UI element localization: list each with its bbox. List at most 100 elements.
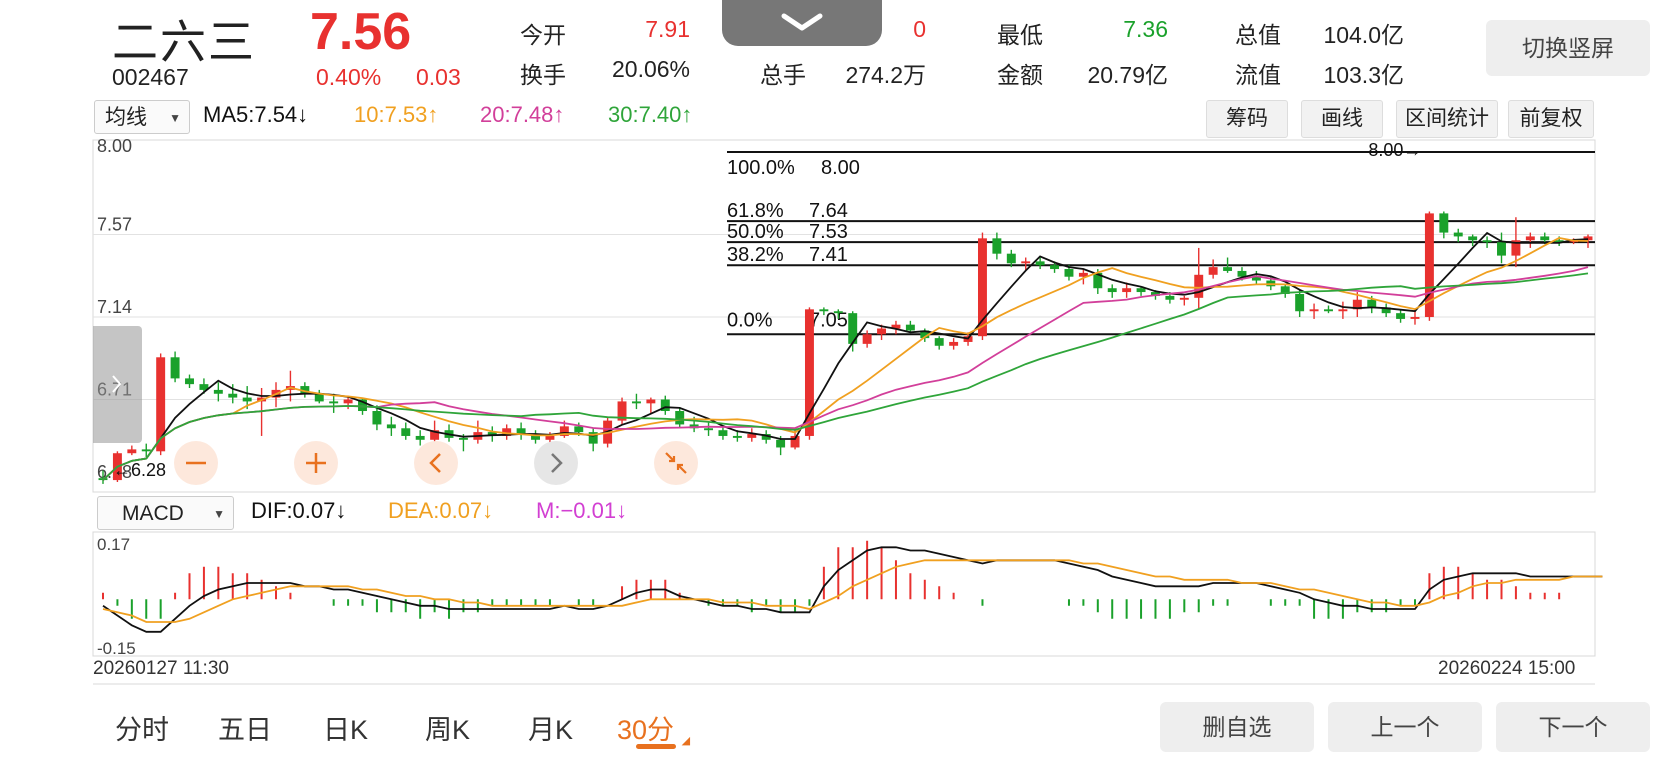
candle-body [1453, 232, 1463, 237]
high-marker-label: 8.00→ [1368, 140, 1421, 160]
fib-percent-label: 38.2% [727, 244, 784, 266]
candle-body [934, 338, 944, 346]
candle-body [877, 328, 887, 335]
candle-body [819, 309, 829, 312]
candle-body [228, 393, 238, 398]
candle-body [1064, 269, 1074, 277]
end-date-label: 20260224 15:00 [1438, 658, 1576, 679]
chevron-right-icon [551, 453, 563, 473]
candle-body [1208, 267, 1218, 275]
tab-monthly-k[interactable]: 月K [528, 708, 573, 747]
candle-body [1179, 297, 1189, 300]
candle-body [1136, 288, 1146, 293]
candle-body [833, 311, 843, 314]
candle-body [1006, 253, 1016, 264]
candle-body [804, 309, 814, 436]
tab-five-day[interactable]: 五日 [218, 708, 272, 747]
fib-percent-label: 50.0% [727, 221, 784, 243]
price-tick-label: 7.57 [97, 215, 132, 235]
candle-body [992, 238, 1002, 254]
macd-tick-label: 0.17 [97, 535, 130, 554]
candle-body [329, 401, 339, 404]
price-tick-label: 8.00 [97, 136, 132, 156]
low-marker-label: ←6.28 [113, 460, 166, 480]
side-drawer-handle[interactable] [93, 326, 142, 443]
candle-body [1165, 295, 1175, 300]
scroll-left-button[interactable] [414, 441, 458, 485]
candle-body [1194, 274, 1204, 298]
active-tab-indicator [636, 744, 676, 749]
candle-body [127, 449, 137, 454]
candle-body [718, 430, 728, 436]
caret-down-icon: ▼ [213, 507, 225, 521]
fib-price-label: 7.53 [809, 221, 848, 243]
candle-body [862, 334, 872, 344]
candle-body [1482, 240, 1492, 243]
candle-body [1122, 288, 1132, 293]
indicator-select-macd[interactable]: MACD ▼ [97, 496, 234, 530]
kline-chart[interactable]: 8.007.577.146.716.28 100.0%8.0061.8%7.64… [0, 0, 1663, 768]
candle-body [1367, 299, 1377, 308]
previous-stock-button[interactable]: 上一个 [1328, 702, 1482, 752]
chevron-right-icon [112, 375, 122, 393]
fib-percent-label: 100.0% [727, 157, 795, 179]
candle-body [776, 439, 786, 448]
next-stock-button[interactable]: 下一个 [1496, 702, 1650, 752]
candle-body [1468, 236, 1478, 241]
candle-body [1396, 313, 1406, 319]
candle-body [1309, 309, 1319, 312]
macd-plot-frame [92, 531, 1596, 657]
fib-price-label: 8.00 [821, 157, 860, 179]
candle-body [1410, 317, 1420, 319]
candle-body [213, 389, 223, 394]
candle-body [1439, 213, 1449, 233]
chevron-left-icon [429, 453, 441, 473]
tab-weekly-k[interactable]: 周K [425, 708, 470, 747]
zoom-out-button[interactable] [174, 441, 218, 485]
corner-triangle-icon: ◢ [681, 735, 691, 747]
tab-30min[interactable]: 30分 ◢ [617, 708, 690, 747]
remove-watchlist-button[interactable]: 删自选 [1160, 702, 1314, 752]
fib-price-label: 7.64 [809, 200, 848, 222]
candle-body [185, 378, 194, 385]
scroll-right-button[interactable] [534, 441, 578, 485]
candle-body [458, 437, 468, 440]
plus-icon [306, 453, 326, 473]
candle-body [905, 324, 915, 331]
candle-body [675, 411, 685, 425]
fib-price-label: 7.41 [809, 244, 848, 266]
candle-body [401, 428, 411, 436]
candle-body [1497, 242, 1506, 256]
candle-body [1540, 236, 1550, 241]
tab-intraday[interactable]: 分时 [115, 708, 169, 747]
candle-body [1035, 261, 1045, 266]
candle-body [646, 399, 656, 404]
candle-body [949, 341, 959, 346]
macd-tick-label: -0.15 [97, 639, 136, 658]
candle-body [170, 357, 180, 379]
macd-select-label: MACD [122, 502, 184, 525]
candle-body [343, 399, 353, 404]
collapse-icon [665, 452, 687, 474]
price-tick-label: 7.14 [97, 297, 132, 317]
candle-body [1021, 261, 1031, 264]
candle-body [704, 428, 714, 431]
candle-body [545, 435, 555, 440]
candle-body [386, 424, 396, 429]
start-date-label: 20260127 11:30 [93, 658, 229, 679]
candle-body [1324, 309, 1333, 312]
candle-body [141, 449, 151, 452]
tab-daily-k[interactable]: 日K [323, 708, 368, 747]
candle-body [574, 426, 584, 433]
fib-percent-label: 0.0% [727, 309, 773, 331]
zoom-in-button[interactable] [294, 441, 338, 485]
candle-body [372, 411, 382, 425]
candle-body [1295, 293, 1305, 312]
tab-30min-label: 30分 [617, 715, 675, 745]
m-label: M:−0.01↓ [536, 498, 628, 523]
dif-label: DIF:0.07↓ [251, 498, 347, 523]
candle-body [415, 435, 425, 440]
candle-body [1338, 309, 1348, 312]
collapse-chart-button[interactable] [654, 441, 698, 485]
candle-body [242, 397, 252, 402]
